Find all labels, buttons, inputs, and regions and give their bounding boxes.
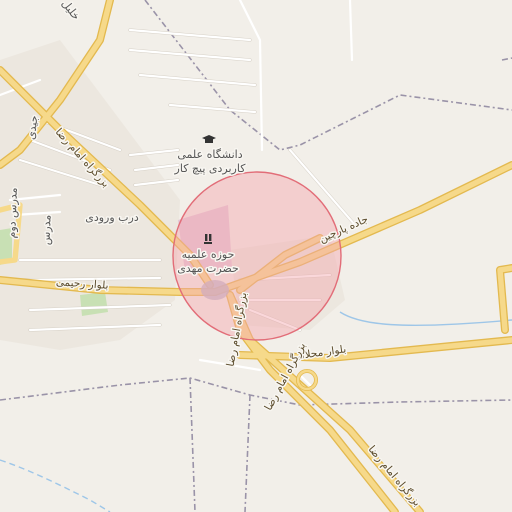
label-seminary-line1: حوزه علمیه (182, 248, 235, 261)
label-madras-1: مدرس دوم (5, 187, 20, 238)
label-madras-2: مدرس (39, 214, 53, 245)
label-university-line1: دانشگاه علمی (177, 148, 242, 161)
map-canvas[interactable]: دانشگاه علمی کاربردی پیچ کار حوزه علمیه … (0, 0, 512, 512)
label-entrance-gate: درب ورودی (85, 211, 139, 224)
label-seminary-line2: حضرت مهدی (177, 262, 239, 275)
park-area (80, 292, 108, 316)
label-university-line2: کاربردی پیچ کار (174, 162, 247, 175)
